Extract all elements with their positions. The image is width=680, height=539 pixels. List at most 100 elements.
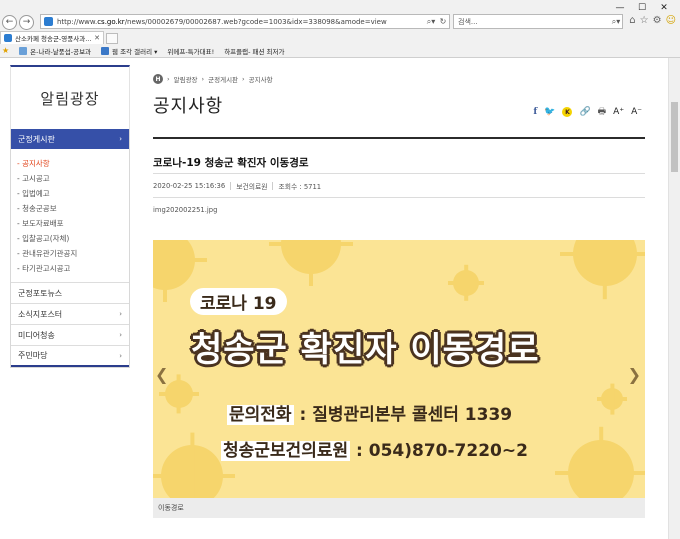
chevron-right-icon: › [119, 351, 122, 360]
forward-icon[interactable]: → [19, 14, 34, 30]
font-increase-icon[interactable]: A⁺ [613, 107, 624, 117]
attachment-link[interactable]: img202002251.jpg [153, 206, 217, 214]
post-meta: 2020-02-25 15:16:36 보건의료원 조회수 : 5711 [153, 181, 321, 191]
page-title: 공지사항 [153, 96, 224, 117]
settings-gear-icon[interactable]: ⚙ [653, 15, 662, 26]
tab-favicon-icon [4, 34, 12, 42]
page-scrollbar[interactable] [668, 58, 680, 539]
sub-menu-item[interactable]: - 입찰공고(자체) [17, 231, 123, 246]
address-url[interactable]: http://www.cs.go.kr/news/00002679/000026… [57, 18, 425, 26]
site-favicon-icon [44, 17, 53, 26]
sidebar-item[interactable]: 주민마당 › [11, 346, 129, 367]
favorite-link[interactable]: 위메프-특가대표! [167, 46, 214, 56]
post-views: 조회수 : 5711 [278, 183, 322, 191]
sidebar-item-label: 군정포토뉴스 [18, 288, 63, 298]
virus-decoration [596, 388, 628, 410]
tab-row: 산소카페 청송군-영풍사과... ✕ [0, 31, 680, 44]
sub-menu-item[interactable]: - 고시공고 [17, 171, 123, 186]
favorite-link[interactable]: 웹 조각 갤러리 ▾ [101, 46, 157, 56]
share-toolbar: f 🐦 K 🔗 🖶 A⁺ A⁻ [533, 104, 642, 120]
virus-decoration [554, 440, 645, 498]
favorites-bar: ★ 온-나라-날풍섭-공보과 웹 조각 갤러리 ▾ 위메프-특가대표! 하프플랩… [0, 44, 680, 57]
meta-separator [272, 182, 274, 190]
kakaostory-icon[interactable]: K [562, 107, 573, 117]
sub-menu-item[interactable]: - 타기관고시공고 [17, 261, 123, 276]
breadcrumb: H › 알림광장 › 군정게시판 › 공지사항 [153, 74, 273, 84]
sub-menu-item[interactable]: - 청송군공보 [17, 201, 123, 216]
banner-headline: 청송군 확진자 이동경로 [191, 330, 540, 370]
url-rest: /news/00002679/00002687.web?gcode=1003&i… [124, 17, 387, 26]
virus-decoration [447, 270, 485, 296]
breadcrumb-sep: › [242, 75, 245, 83]
sidebar-item[interactable]: 군정포토뉴스 [11, 283, 129, 304]
virus-decoration [153, 240, 207, 290]
print-icon[interactable]: 🖶 [598, 104, 607, 120]
chevron-right-icon[interactable]: ❯ [628, 365, 641, 384]
post-date: 2020-02-25 15:16:36 [153, 182, 226, 190]
home-icon[interactable]: ⌂ [629, 15, 635, 26]
twitter-icon[interactable]: 🐦 [544, 107, 555, 117]
browser-chrome: — ☐ ✕ ← → http://www.cs.go.kr/news/00002… [0, 0, 680, 58]
divider [153, 173, 645, 174]
search-input[interactable]: 검색... [454, 17, 610, 27]
sidebar-item-label: 군정게시판 [18, 134, 55, 144]
banner-clinic-text: : 054)870-7220~2 [350, 441, 528, 461]
virus-decoration [560, 240, 645, 286]
sidebar-item[interactable]: 미디어청송 › [11, 325, 129, 346]
nav-row: ← → http://www.cs.go.kr/news/00002679/00… [2, 13, 678, 31]
url-domain: cs.go.kr [97, 17, 125, 26]
search-dropdown-icon[interactable]: ⌕▾ [425, 17, 437, 27]
divider [153, 197, 645, 198]
sidebar-item-active[interactable]: 군정게시판 › [11, 129, 129, 149]
sidebar: 알림광장 군정게시판 › - 공지사항 - 고시공고 - 입법예고 - 청송군공… [10, 65, 130, 368]
page-icon [19, 46, 28, 55]
font-decrease-icon[interactable]: A⁻ [631, 107, 642, 117]
back-icon[interactable]: ← [2, 14, 17, 30]
breadcrumb-item[interactable]: 공지사항 [249, 74, 273, 84]
sidebar-item-label: 미디어청송 [18, 330, 55, 340]
chevron-right-icon: › [119, 310, 122, 318]
url-prefix: http://www. [57, 17, 98, 26]
home-icon[interactable]: H [153, 74, 163, 84]
virus-decoration [269, 240, 353, 274]
banner-contact-text: : 질병관리본부 콜센터 1339 [293, 405, 513, 425]
sub-menu-item[interactable]: - 입법예고 [17, 186, 123, 201]
banner-contact-label: 문의전화 [227, 405, 294, 425]
tab-title: 산소카페 청송군-영풍사과... [15, 35, 92, 43]
search-box[interactable]: 검색... ⌕▾ [453, 14, 623, 29]
scrollbar-thumb[interactable] [671, 102, 678, 172]
toolbar-icons: ⌂ ☆ ⚙ ☺ [629, 15, 676, 26]
favorites-star-icon[interactable]: ☆ [640, 15, 649, 26]
favorite-link[interactable]: 하프플랩- 패션 최저가 [224, 46, 284, 56]
facebook-icon[interactable]: f [533, 107, 537, 117]
favorite-label: 웹 조각 갤러리 ▾ [112, 47, 158, 56]
sub-menu-item[interactable]: - 보도자료배포 [17, 216, 123, 231]
new-tab-button[interactable] [106, 33, 118, 44]
favorite-label: 하프플랩- 패션 최저가 [224, 47, 285, 56]
chevron-right-icon: › [119, 135, 122, 143]
post-author: 보건의료원 [236, 183, 268, 191]
sidebar-item-label: 주민마당 [18, 351, 48, 360]
breadcrumb-item[interactable]: 알림광장 [174, 74, 198, 84]
breadcrumb-item[interactable]: 군정게시판 [208, 74, 238, 84]
meta-separator [230, 182, 232, 190]
favorite-link[interactable]: 온-나라-날풍섭-공보과 [19, 46, 91, 56]
sidebar-item[interactable]: 소식지포스터 › [11, 304, 129, 325]
refresh-icon[interactable]: ↻ [437, 17, 449, 26]
breadcrumb-sep: › [167, 75, 170, 83]
link-icon[interactable]: 🔗 [579, 107, 590, 117]
banner-clinic-line: 청송군보건의료원 : 054)870-7220~2 [221, 436, 528, 461]
tab-close-icon[interactable]: ✕ [94, 34, 100, 42]
banner-pill: 코로나 19 [190, 288, 287, 315]
sub-menu-item[interactable]: - 관내유관기관공지 [17, 246, 123, 261]
chevron-left-icon[interactable]: ❮ [155, 365, 168, 384]
favorite-label: 위메프-특가대표! [167, 47, 215, 56]
post-title: 코로나-19 청송군 확진자 이동경로 [153, 157, 309, 169]
sub-menu-item-active[interactable]: - 공지사항 [17, 156, 123, 171]
browser-tab[interactable]: 산소카페 청송군-영풍사과... ✕ [0, 31, 104, 44]
search-icon[interactable]: ⌕▾ [610, 17, 622, 27]
feedback-smiley-icon[interactable]: ☺ [666, 15, 676, 26]
favorites-star-icon[interactable]: ★ [2, 46, 9, 55]
virus-decoration [153, 445, 236, 498]
address-bar[interactable]: http://www.cs.go.kr/news/00002679/000026… [40, 14, 450, 29]
